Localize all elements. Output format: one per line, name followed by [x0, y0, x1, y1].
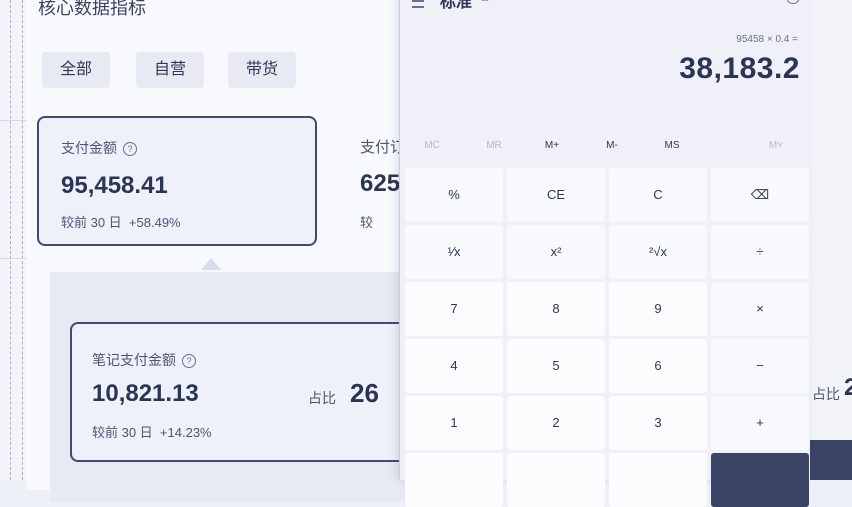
card-label: 支付金额?	[61, 138, 137, 158]
memory-add-button[interactable]: M+	[532, 140, 572, 151]
calculator-window: 标准 ⧉ 95458 × 0.4 = 38,183.2 MC MR M+ M- …	[399, 0, 810, 507]
card-compare: 较前 30 日 +14.23%	[92, 425, 212, 440]
bottom-row-button[interactable]	[405, 453, 503, 507]
guide-line	[10, 0, 11, 480]
help-icon[interactable]: ?	[182, 354, 196, 368]
memory-subtract-button[interactable]: M-	[592, 140, 632, 151]
help-icon[interactable]: ?	[123, 142, 137, 156]
multiply-button[interactable]: ×	[711, 282, 809, 336]
digit-4-button[interactable]: 4	[405, 339, 503, 393]
backspace-button[interactable]: ⌫	[711, 168, 809, 222]
calculator-mode-title: 标准	[440, 0, 473, 11]
clear-entry-button[interactable]: CE	[507, 168, 605, 222]
digit-9-button[interactable]: 9	[609, 282, 707, 336]
digit-5-button[interactable]: 5	[507, 339, 605, 393]
square-button[interactable]: x²	[507, 225, 605, 279]
divide-button[interactable]: ÷	[711, 225, 809, 279]
memory-clear-button[interactable]: MC	[412, 140, 452, 151]
card-label: 笔记支付金额?	[92, 350, 196, 370]
tab-self-operated[interactable]: 自营	[136, 52, 205, 88]
guide-line	[22, 0, 23, 480]
result-display: 38,183.2	[679, 52, 800, 85]
orders-card-compare: 较	[360, 215, 374, 230]
digit-8-button[interactable]: 8	[507, 282, 605, 336]
bottom-row-button[interactable]	[609, 453, 707, 507]
add-button[interactable]: +	[711, 396, 809, 450]
ratio-value: 26	[350, 378, 379, 408]
card-value: 95,458.41	[61, 172, 168, 199]
ratio-label: 占比	[812, 386, 840, 402]
expression-display: 95458 × 0.4 =	[736, 34, 798, 45]
tab-sales[interactable]: 带货	[228, 52, 297, 88]
history-icon[interactable]	[786, 0, 800, 4]
digit-7-button[interactable]: 7	[405, 282, 503, 336]
memory-store-button[interactable]: MS	[652, 140, 692, 151]
memory-recall-button[interactable]: MR	[474, 140, 514, 151]
panel-title: 核心数据指标	[38, 0, 146, 18]
percent-button[interactable]: %	[405, 168, 503, 222]
memory-list-button[interactable]: M˅	[756, 140, 796, 151]
dark-block	[808, 440, 852, 480]
digit-6-button[interactable]: 6	[609, 339, 707, 393]
reciprocal-button[interactable]: ¹⁄x	[405, 225, 503, 279]
subtract-button[interactable]: −	[711, 339, 809, 393]
tab-all[interactable]: 全部	[42, 52, 111, 88]
card-compare: 较前 30 日 +58.49%	[61, 215, 181, 230]
payment-amount-card[interactable]: 支付金额? 95,458.41 较前 30 日 +58.49%	[37, 116, 317, 246]
pointer-arrow	[201, 258, 221, 270]
ratio-value: 2	[844, 374, 852, 401]
square-root-button[interactable]: ²√x	[609, 225, 707, 279]
digit-3-button[interactable]: 3	[609, 396, 707, 450]
equals-button[interactable]	[711, 453, 809, 507]
digit-2-button[interactable]: 2	[507, 396, 605, 450]
hamburger-menu-icon[interactable]	[412, 0, 424, 8]
digit-1-button[interactable]: 1	[405, 396, 503, 450]
keep-on-top-icon[interactable]: ⧉	[480, 0, 489, 5]
ratio-label: 占比	[308, 390, 336, 406]
card-value: 10,821.13	[92, 380, 199, 407]
right-panel-edge: 占比 2	[806, 0, 852, 480]
note-payment-card[interactable]: 笔记支付金额? 10,821.13 较前 30 日 +14.23% 占比 26	[70, 322, 414, 462]
bottom-row-button[interactable]	[507, 453, 605, 507]
orders-card-value: 625	[360, 170, 401, 197]
clear-button[interactable]: C	[609, 168, 707, 222]
